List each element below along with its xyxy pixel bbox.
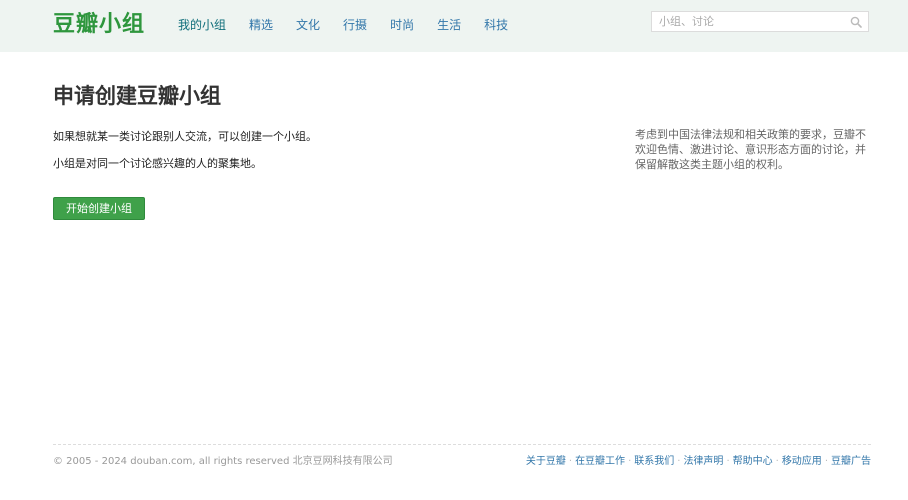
footer-separator: · (726, 456, 730, 467)
footer-link-jobs[interactable]: 在豆瓣工作 (575, 456, 625, 467)
footer-link-help[interactable]: 帮助中心 (733, 456, 773, 467)
footer-link-mobile[interactable]: 移动应用 (782, 456, 822, 467)
footer-links: 关于豆瓣 · 在豆瓣工作 · 联系我们 · 法律声明 · 帮助中心 · 移动应用 · 豆瓣广告 (526, 452, 871, 467)
footer-link-contact[interactable]: 联系我们 (634, 456, 674, 467)
footer-separator: · (775, 456, 779, 467)
policy-notice: 考虑到中国法律法规和相关政策的要求，豆瓣不欢迎色情、激进讨论、意识形态方面的讨论… (635, 128, 866, 171)
footer-separator: · (568, 456, 573, 467)
site-logo[interactable]: 豆瓣小组 (53, 6, 145, 38)
top-nav-bar: 豆瓣小组 我的小组 精选 文化 行摄 时尚 生活 科技 (0, 0, 908, 52)
page-title: 申请创建豆瓣小组 (53, 84, 221, 108)
intro-text-1: 如果想就某一类讨论跟别人交流，可以创建一个小组。 (53, 130, 317, 143)
search-icon[interactable] (850, 16, 862, 28)
start-create-group-button[interactable]: 开始创建小组 (53, 197, 145, 220)
footer-link-legal[interactable]: 法律声明 (683, 456, 723, 467)
nav-life[interactable]: 生活 (437, 16, 461, 33)
footer-link-about[interactable]: 关于豆瓣 (526, 456, 566, 467)
footer-separator: · (677, 456, 681, 467)
nav-featured[interactable]: 精选 (249, 16, 273, 33)
nav-travel-photo[interactable]: 行摄 (343, 16, 367, 33)
footer-link-ads[interactable]: 豆瓣广告 (831, 456, 871, 467)
search-input[interactable] (652, 12, 849, 31)
intro-text-2: 小组是对同一个讨论感兴趣的人的聚集地。 (53, 157, 262, 170)
copyright-text: © 2005 - 2024 douban.com, all rights res… (53, 456, 393, 467)
search-box (651, 11, 869, 32)
nav-tech[interactable]: 科技 (484, 16, 508, 33)
main-nav: 我的小组 精选 文化 行摄 时尚 生活 科技 (178, 16, 531, 33)
footer-divider (53, 444, 871, 445)
nav-my-groups[interactable]: 我的小组 (178, 16, 226, 33)
nav-culture[interactable]: 文化 (296, 16, 320, 33)
footer-separator: · (824, 456, 828, 467)
nav-fashion[interactable]: 时尚 (390, 16, 414, 33)
footer-separator: · (628, 456, 632, 467)
